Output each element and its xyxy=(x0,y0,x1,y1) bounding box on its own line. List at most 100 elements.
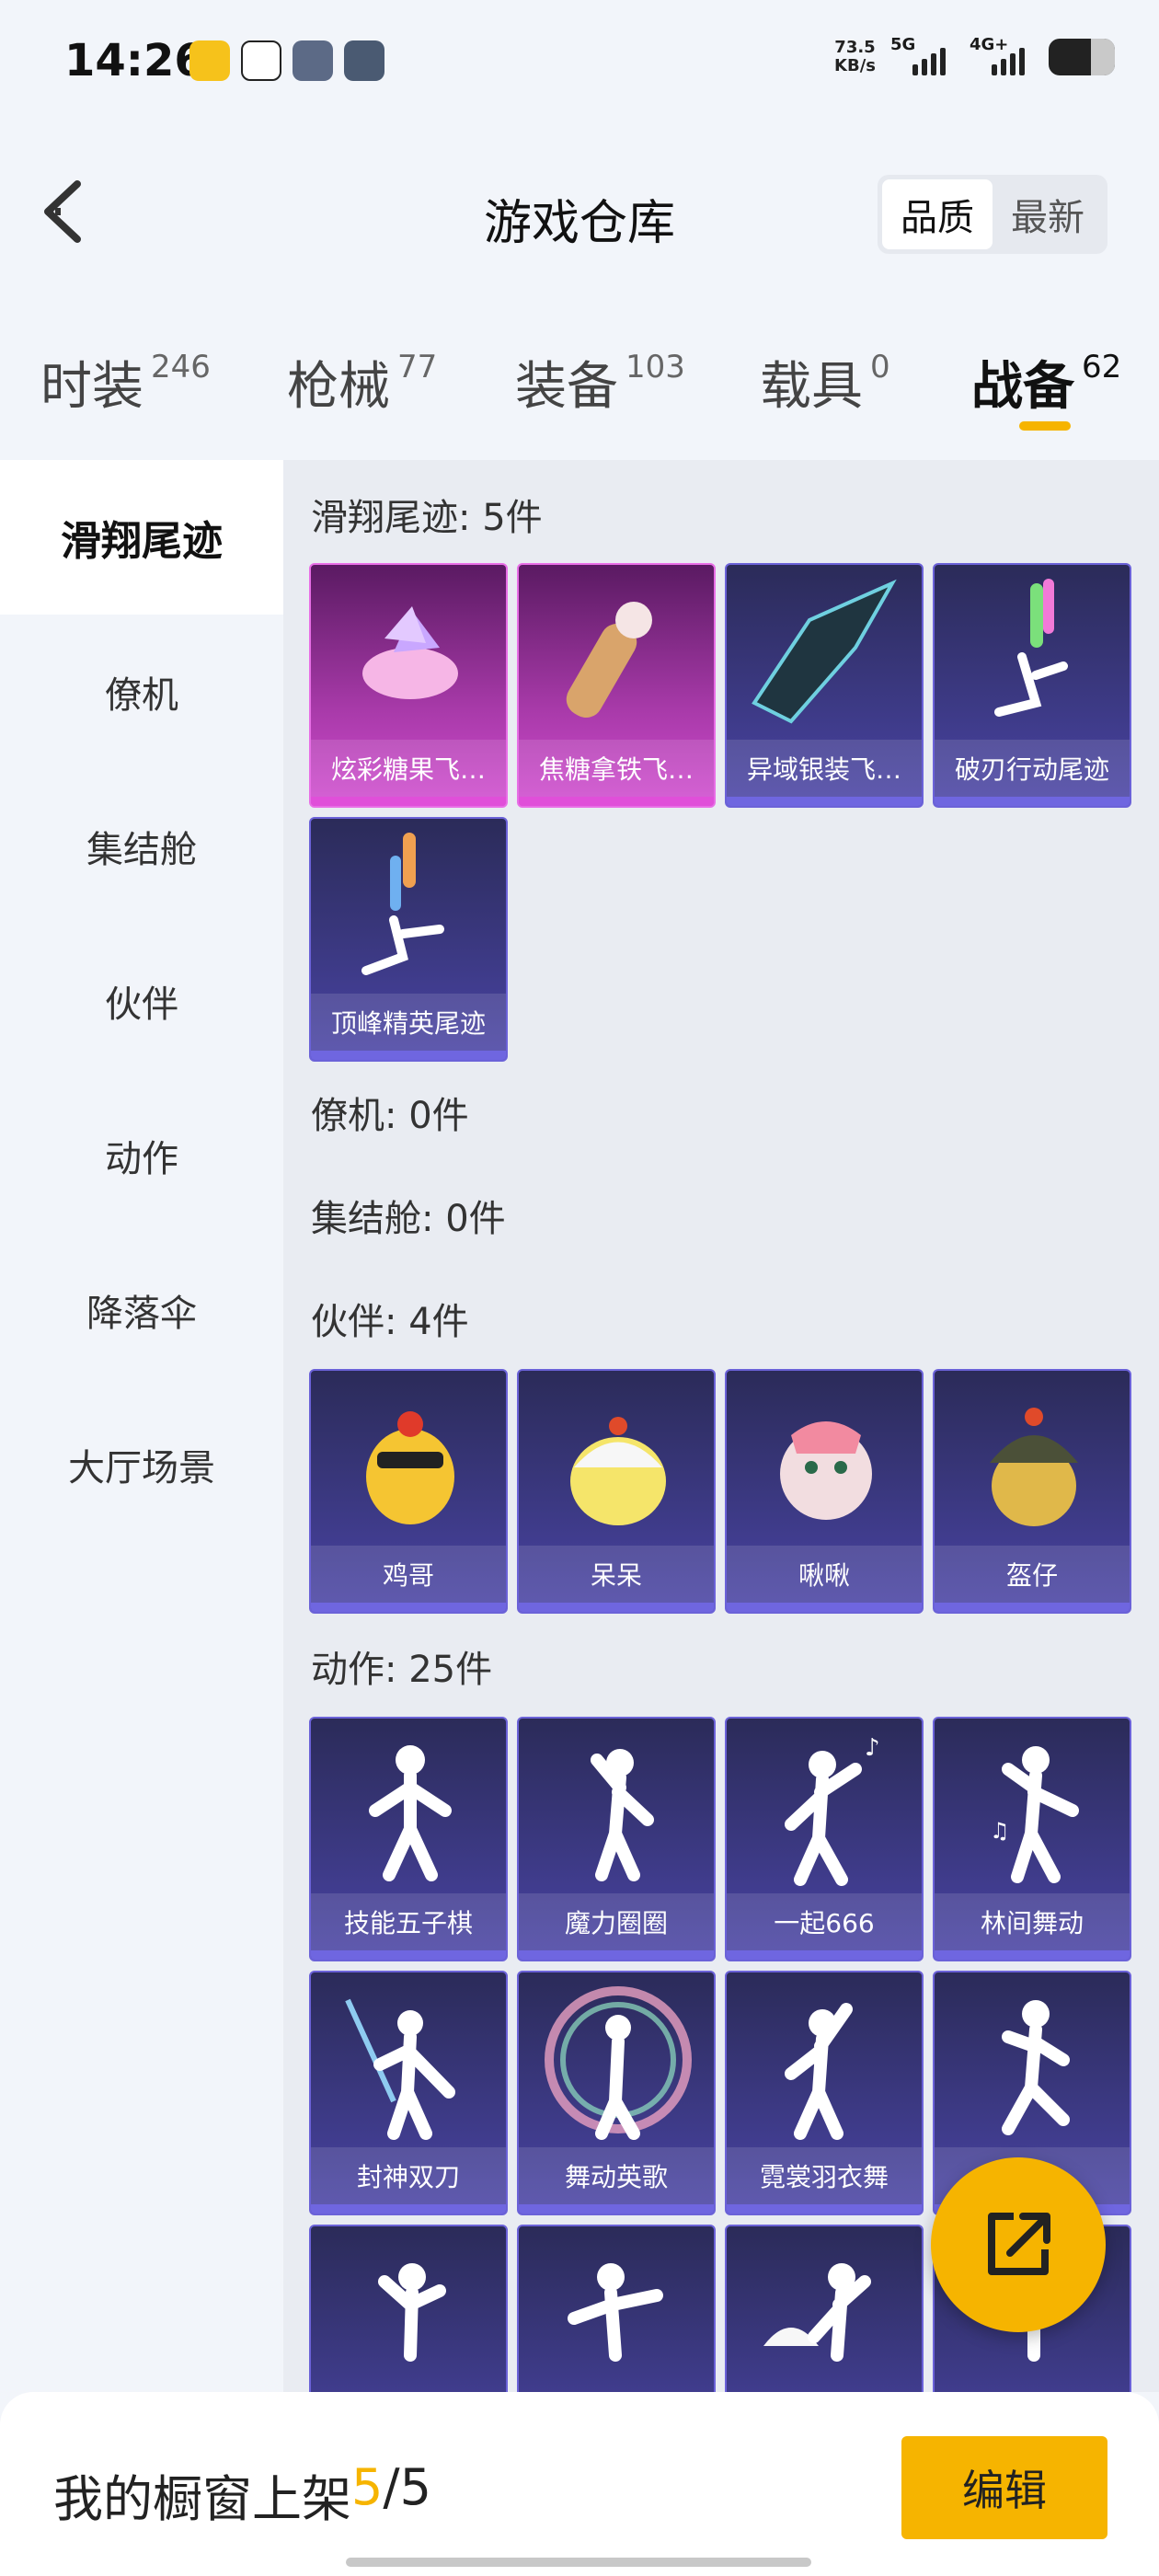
tab-vehicles[interactable]: 载具 0 xyxy=(760,345,890,420)
status-app-icons xyxy=(189,40,384,81)
signal-5g-icon: 5G xyxy=(890,35,955,75)
bottom-bar: 我的橱窗上架 5 / 5 编辑 xyxy=(0,2392,1159,2576)
sidebar-item-partner[interactable]: 伙伴 xyxy=(0,924,283,1078)
dance-pose-icon xyxy=(369,1745,452,1881)
ribbon-dance-icon xyxy=(545,1986,692,2140)
sidebar-item-glide-trail[interactable]: 滑翔尾迹 xyxy=(0,460,283,615)
fan-dance-icon xyxy=(763,2263,871,2362)
candy-glider-icon xyxy=(362,606,458,699)
battery-icon xyxy=(1049,39,1115,75)
item-card[interactable]: 啾啾 xyxy=(725,1369,924,1614)
item-card[interactable]: 呆呆 xyxy=(517,1369,716,1614)
shelf-current-count: 5 xyxy=(351,2458,384,2516)
tab-count: 77 xyxy=(397,349,438,385)
signal-4g-label: 4G+ xyxy=(970,35,1009,54)
category-tabs: 时装 246 枪械 77 装备 103 载具 0 战备 62 xyxy=(0,327,1159,455)
dance-pose-icon xyxy=(1002,2000,1070,2135)
share-fab-button[interactable] xyxy=(931,2157,1106,2332)
sidebar: 滑翔尾迹 僚机 集结舱 伙伴 动作 降落伞 大厅场景 xyxy=(0,460,283,2392)
item-label: 盔仔 xyxy=(935,1546,1130,1603)
home-indicator[interactable] xyxy=(346,2558,811,2567)
active-tab-indicator xyxy=(1019,421,1071,431)
status-time: 14:26 xyxy=(64,35,205,86)
item-label: 顶峰精英尾迹 xyxy=(311,994,506,1051)
latte-glider-icon xyxy=(566,602,652,719)
sidebar-item-wingman[interactable]: 僚机 xyxy=(0,615,283,769)
tab-war-prep[interactable]: 战备 62 xyxy=(971,345,1121,420)
item-label: 鸡哥 xyxy=(311,1546,506,1603)
glide-grid: 炫彩糖果飞… 焦糖拿铁飞… 异域银装飞… 破刃行动尾迹 顶峰精英尾迹 xyxy=(309,563,1131,1062)
game-app-icon-2 xyxy=(344,40,384,81)
sidebar-item-lobby-scene[interactable]: 大厅场景 xyxy=(0,1387,283,1542)
svg-text:♫: ♫ xyxy=(990,1818,1010,1844)
shelf-status: 我的橱窗上架 5 / 5 xyxy=(53,2458,431,2531)
sort-quality-button[interactable]: 品质 xyxy=(882,179,993,249)
item-card[interactable]: 破刃行动尾迹 xyxy=(933,563,1131,808)
item-card[interactable]: 舞动英歌 xyxy=(517,1971,716,2215)
dance-pose-icon xyxy=(785,2003,853,2140)
tab-label: 时装 xyxy=(40,357,143,417)
silver-glider-icon xyxy=(752,579,897,724)
header: 游戏仓库 品质 最新 xyxy=(0,147,1159,281)
tab-label: 战备 xyxy=(971,357,1074,417)
item-card[interactable] xyxy=(309,2225,508,2392)
item-card[interactable]: 盔仔 xyxy=(933,1369,1131,1614)
elite-trail-icon xyxy=(361,833,444,975)
dual-blade-pose-icon xyxy=(345,1998,455,2140)
item-card[interactable]: 炫彩糖果飞… xyxy=(309,563,508,808)
status-indicators: 73.5 KB/s 5G 4G+ xyxy=(834,35,1115,75)
tab-guns[interactable]: 枪械 77 xyxy=(287,345,437,420)
signal-5g-label: 5G xyxy=(890,35,916,54)
item-label: 一起666 xyxy=(727,1893,922,1950)
item-card[interactable]: 异域银装飞… xyxy=(725,563,924,808)
section-title-partner: 伙伴: 4件 xyxy=(311,1301,469,1343)
section-title-emote: 动作: 25件 xyxy=(311,1649,493,1691)
item-card[interactable] xyxy=(725,2225,924,2392)
tab-count: 103 xyxy=(625,349,685,385)
item-card[interactable]: 霓裳羽衣舞 xyxy=(725,1971,924,2215)
dance-pose-icon xyxy=(378,2263,446,2362)
status-bar: 14:26 73.5 KB/s 5G 4G+ xyxy=(0,0,1159,129)
item-card[interactable]: ♪ 一起666 xyxy=(725,1717,924,1961)
chicken-bro-icon xyxy=(366,1411,454,1524)
app-notification-icon xyxy=(189,40,230,81)
item-card[interactable]: 鸡哥 xyxy=(309,1369,508,1614)
tab-count: 246 xyxy=(151,349,211,385)
dance-pose-icon xyxy=(591,1749,654,1881)
item-label: 技能五子棋 xyxy=(311,1893,506,1950)
net-speed: 73.5 KB/s xyxy=(834,39,876,75)
jiujiu-icon xyxy=(780,1421,872,1520)
share-icon xyxy=(988,2213,1050,2275)
item-card[interactable]: 魔力圈圈 xyxy=(517,1717,716,1961)
dance-pose-icon: ♫ xyxy=(990,1746,1079,1883)
shelf-total-count: 5 xyxy=(399,2458,431,2516)
tab-equipment[interactable]: 装备 103 xyxy=(515,345,685,420)
item-label: 霓裳羽衣舞 xyxy=(727,2147,922,2204)
tab-fashion[interactable]: 时装 246 xyxy=(40,345,211,420)
item-card[interactable]: 顶峰精英尾迹 xyxy=(309,817,508,1062)
item-card[interactable]: ♫ 林间舞动 xyxy=(933,1717,1131,1961)
sort-newest-button[interactable]: 最新 xyxy=(993,179,1103,249)
item-label: 啾啾 xyxy=(727,1546,922,1603)
helmet-chick-icon xyxy=(990,1408,1078,1526)
shelf-separator: / xyxy=(383,2458,400,2516)
item-card[interactable] xyxy=(517,2225,716,2392)
section-title-pod: 集结舱: 0件 xyxy=(311,1198,506,1240)
section-title-glide: 滑翔尾迹: 5件 xyxy=(311,497,543,539)
tab-count: 0 xyxy=(870,349,890,385)
sidebar-item-parachute[interactable]: 降落伞 xyxy=(0,1233,283,1387)
sidebar-item-emote[interactable]: 动作 xyxy=(0,1078,283,1233)
item-label: 舞动英歌 xyxy=(519,2147,714,2204)
tab-label: 装备 xyxy=(515,357,618,417)
item-card[interactable]: 技能五子棋 xyxy=(309,1717,508,1961)
item-card[interactable]: 封神双刀 xyxy=(309,1971,508,2215)
dance-pose-icon xyxy=(568,2263,663,2362)
item-label: 封神双刀 xyxy=(311,2147,506,2204)
sidebar-item-rally-pod[interactable]: 集结舱 xyxy=(0,769,283,924)
shelf-label: 我的橱窗上架 xyxy=(53,2470,351,2528)
item-label: 异域银装飞… xyxy=(727,740,922,797)
edit-button[interactable]: 编辑 xyxy=(901,2436,1107,2539)
item-label: 呆呆 xyxy=(519,1546,714,1603)
signal-4g-icon: 4G+ xyxy=(970,35,1034,75)
item-card[interactable]: 焦糖拿铁飞… xyxy=(517,563,716,808)
